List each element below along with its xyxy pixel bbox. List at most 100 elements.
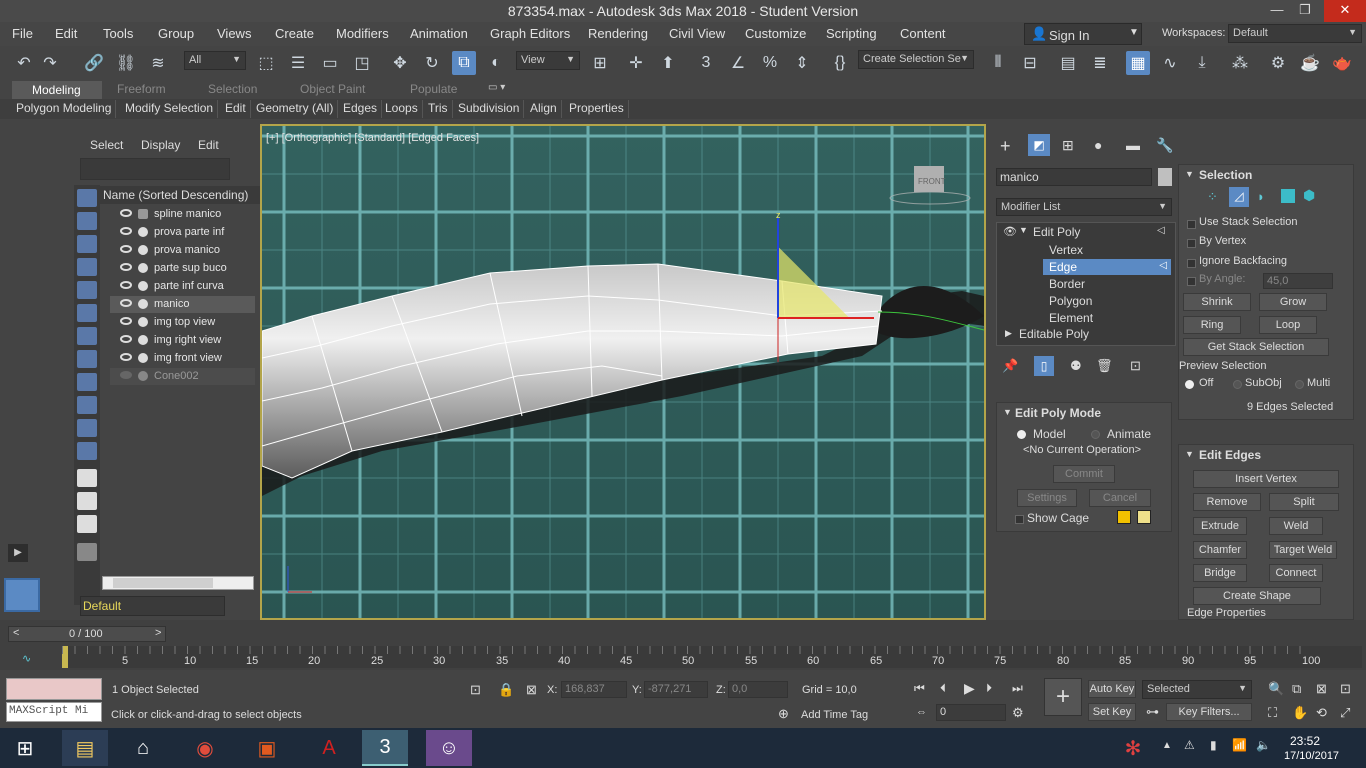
- align-icon[interactable]: ⊟: [1018, 51, 1042, 75]
- maximize-viewport-icon[interactable]: ⤢: [1340, 705, 1350, 721]
- set-key-big-icon[interactable]: +: [1044, 678, 1082, 716]
- pan-icon[interactable]: ✋: [1292, 705, 1308, 721]
- edit-edges-title[interactable]: Edit Edges: [1199, 448, 1261, 462]
- scene-item[interactable]: parte inf curva: [110, 278, 255, 295]
- scene-item[interactable]: img top view: [110, 314, 255, 331]
- menu-rendering[interactable]: Rendering: [588, 26, 648, 41]
- windows-start-icon[interactable]: ⊞: [2, 730, 48, 766]
- object-name-input[interactable]: manico: [996, 168, 1152, 186]
- lock-selection-icon[interactable]: 🔒: [498, 682, 514, 698]
- element-mode-icon[interactable]: ⬢: [1303, 187, 1315, 204]
- weld-button[interactable]: Weld: [1269, 517, 1323, 535]
- menu-scripting[interactable]: Scripting: [826, 26, 877, 41]
- create-shape-button[interactable]: Create Shape: [1193, 587, 1321, 605]
- material-editor-icon[interactable]: ⁂: [1228, 51, 1252, 75]
- eye-icon[interactable]: [120, 263, 132, 271]
- display-bones-icon[interactable]: [77, 373, 97, 391]
- key-filters-button[interactable]: Key Filters...: [1166, 703, 1252, 721]
- menu-civil-view[interactable]: Civil View: [669, 26, 725, 41]
- menu-group[interactable]: Group: [158, 26, 194, 41]
- connect-button[interactable]: Connect: [1269, 564, 1323, 582]
- chamfer-button[interactable]: Chamfer: [1193, 541, 1247, 559]
- eye-icon[interactable]: [120, 245, 132, 253]
- panel-tris[interactable]: Tris: [424, 100, 453, 118]
- restore-button[interactable]: ❐: [1290, 0, 1320, 22]
- collapse-icon[interactable]: ▼: [1185, 449, 1194, 459]
- display-none-icon[interactable]: [77, 492, 97, 510]
- display-invert-icon[interactable]: [77, 515, 97, 533]
- display-tab-icon[interactable]: ▬: [1126, 137, 1140, 153]
- make-unique-icon[interactable]: ⚉: [1070, 358, 1082, 374]
- display-shapes-icon[interactable]: [77, 212, 97, 230]
- scene-tab-display[interactable]: Display: [141, 138, 180, 152]
- scene-tab-edit[interactable]: Edit: [198, 138, 219, 152]
- scrollbar-thumb[interactable]: [113, 578, 213, 588]
- scene-item[interactable]: Cone002: [110, 368, 255, 385]
- menu-edit[interactable]: Edit: [55, 26, 77, 41]
- display-hidden-icon[interactable]: [77, 442, 97, 460]
- named-selection-set-dropdown[interactable]: Create Selection Se ▼: [858, 50, 974, 69]
- scene-horizontal-scrollbar[interactable]: [102, 576, 254, 590]
- mirror-icon[interactable]: ⫴: [986, 51, 1010, 75]
- cancel-button[interactable]: Cancel: [1089, 489, 1151, 507]
- play-icon[interactable]: ▶: [964, 680, 975, 697]
- display-containers-icon[interactable]: [77, 396, 97, 414]
- x-coordinate-input[interactable]: 168,837: [561, 681, 627, 698]
- set-key-button[interactable]: Set Key: [1088, 703, 1136, 721]
- panel-edges[interactable]: Edges: [339, 100, 383, 118]
- loop-button[interactable]: Loop: [1259, 316, 1317, 334]
- edit-named-sets-icon[interactable]: {}: [828, 51, 852, 75]
- minimize-button[interactable]: —: [1262, 0, 1292, 22]
- filter-icon[interactable]: [77, 543, 97, 561]
- home-icon[interactable]: ⌂: [120, 730, 166, 766]
- scene-explorer-icon[interactable]: ▤: [1056, 51, 1080, 75]
- bridge-button[interactable]: Bridge: [1193, 564, 1247, 582]
- render-icon[interactable]: 🫖: [1330, 51, 1354, 75]
- tab-object-paint[interactable]: Object Paint: [300, 82, 365, 96]
- redo-icon[interactable]: ↷: [38, 51, 62, 75]
- zoom-icon[interactable]: 🔍: [1268, 681, 1284, 697]
- motion-tab-icon[interactable]: ●: [1094, 137, 1102, 153]
- rollout-title[interactable]: Edit Poly Mode: [1015, 406, 1101, 420]
- tab-modeling[interactable]: Modeling: [12, 81, 102, 99]
- stack-vertex[interactable]: Vertex: [1049, 243, 1083, 257]
- display-cameras-icon[interactable]: [77, 258, 97, 276]
- scene-item[interactable]: spline manico: [110, 206, 255, 223]
- scene-item[interactable]: prova parte inf: [110, 224, 255, 241]
- split-button[interactable]: Split: [1269, 493, 1339, 511]
- maxscript-listener-pink[interactable]: [6, 678, 102, 700]
- menu-file[interactable]: File: [12, 26, 33, 41]
- rotate-icon[interactable]: ↻: [420, 51, 444, 75]
- tab-selection[interactable]: Selection: [208, 82, 257, 96]
- preview-off-radio[interactable]: [1185, 380, 1194, 389]
- select-object-icon[interactable]: ⬚: [254, 51, 278, 75]
- by-angle-checkbox[interactable]: [1187, 277, 1196, 286]
- select-by-name-icon[interactable]: ☰: [286, 51, 310, 75]
- display-helpers-icon[interactable]: [77, 281, 97, 299]
- eye-icon[interactable]: 👁: [1003, 225, 1017, 238]
- placement-icon[interactable]: ◐: [484, 51, 508, 75]
- commit-button[interactable]: Commit: [1053, 465, 1115, 483]
- extrude-button[interactable]: Extrude: [1193, 517, 1247, 535]
- eye-icon[interactable]: [120, 209, 132, 217]
- menu-animation[interactable]: Animation: [410, 26, 468, 41]
- unlink-icon[interactable]: ⛓: [114, 51, 138, 75]
- render-setup-icon[interactable]: ⚙: [1266, 51, 1290, 75]
- animate-radio[interactable]: [1091, 430, 1100, 439]
- use-stack-checkbox[interactable]: [1187, 220, 1196, 229]
- menu-tools[interactable]: Tools: [103, 26, 133, 41]
- collapse-icon[interactable]: ▼: [1185, 169, 1194, 179]
- display-groups-icon[interactable]: [77, 327, 97, 345]
- preview-subobj-radio[interactable]: [1233, 380, 1242, 389]
- target-weld-button[interactable]: Target Weld: [1269, 541, 1337, 559]
- ribbon-options-icon[interactable]: ▭ ▾: [488, 82, 505, 93]
- panel-properties[interactable]: Properties: [565, 100, 629, 118]
- menu-customize[interactable]: Customize: [745, 26, 806, 41]
- next-frame-icon[interactable]: ⏵: [986, 681, 992, 696]
- preview-multi-radio[interactable]: [1295, 380, 1304, 389]
- volume-icon[interactable]: 🔈: [1256, 738, 1271, 752]
- pin-stack-icon[interactable]: 📌: [1002, 358, 1018, 374]
- scene-tab-select[interactable]: Select: [90, 138, 123, 152]
- field-of-view-icon[interactable]: ⛶: [1268, 705, 1277, 721]
- polygon-mode-icon[interactable]: [1281, 189, 1295, 203]
